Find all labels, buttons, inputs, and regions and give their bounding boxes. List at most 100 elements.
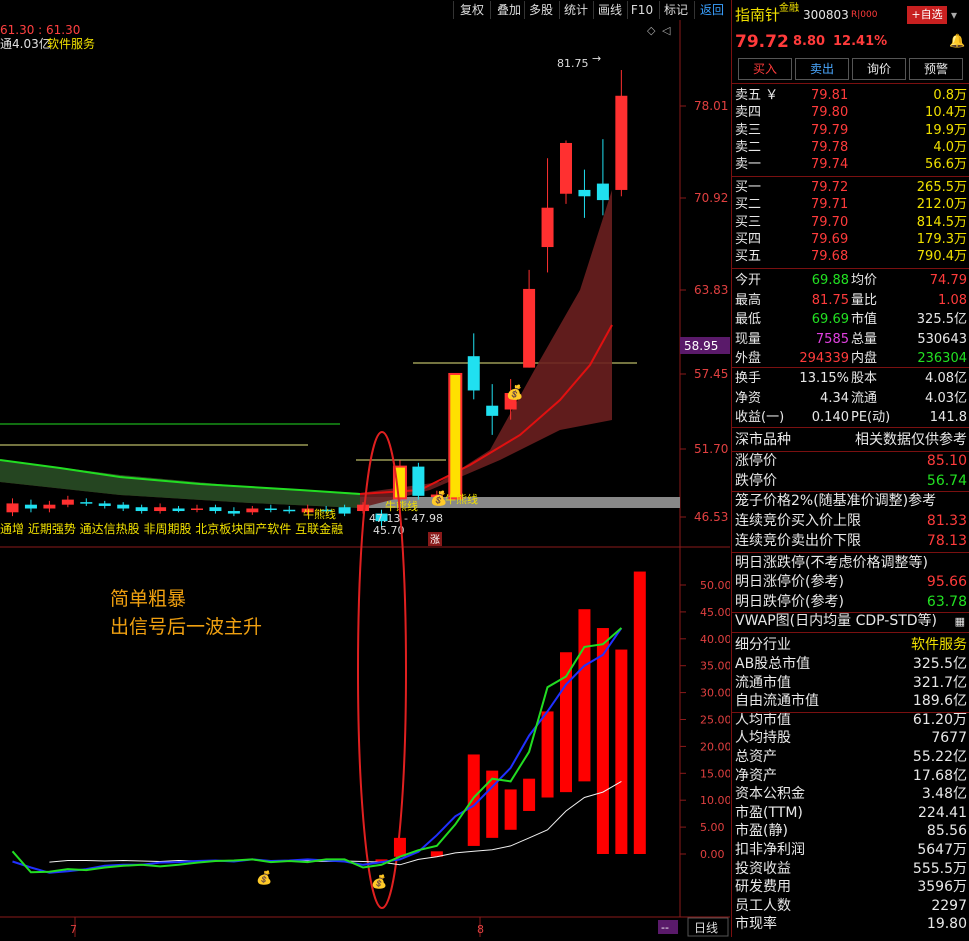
candle[interactable] [486, 405, 499, 416]
fundamental-label: 研发费用 [735, 879, 791, 896]
daily-period-label[interactable]: 日线 [694, 921, 718, 935]
candle[interactable] [596, 183, 609, 201]
back-button[interactable]: 返回 [694, 1, 729, 19]
candle[interactable] [43, 504, 56, 509]
candle[interactable] [264, 508, 277, 510]
indicator-bar [393, 837, 406, 857]
candle[interactable] [448, 372, 463, 500]
bid-price: 79.70 [811, 214, 849, 230]
candle[interactable] [172, 508, 185, 512]
stat-label: 最高 [735, 292, 762, 308]
period-toggle[interactable]: -- [661, 921, 669, 934]
bid-price: 79.69 [811, 231, 849, 247]
fundamental-value: 5647万 [917, 842, 967, 858]
candle[interactable] [578, 189, 591, 197]
current-price: 79.72 [735, 32, 789, 52]
candle[interactable] [135, 507, 148, 512]
price-axis-label: 70.92 [694, 191, 728, 205]
high-annotation: 81.75 [557, 57, 589, 70]
candle[interactable] [227, 511, 240, 514]
f10-button[interactable]: F10 [627, 1, 656, 19]
alert-button[interactable]: 预警 [909, 58, 963, 80]
fundamental-value: 325.5亿 [912, 656, 967, 672]
candle[interactable] [523, 288, 536, 368]
tomorrow-title-text: 明日涨跌停(不考虑价格调整等) [735, 555, 928, 571]
candle[interactable] [98, 503, 111, 506]
fundamental-label: 总资产 [735, 749, 777, 765]
fundamental-value: 3.48亿 [921, 786, 967, 803]
candle[interactable] [117, 504, 130, 509]
inquiry-button[interactable]: 询价 [852, 58, 906, 80]
candle[interactable] [154, 507, 167, 512]
price-chart-svg[interactable]: 61.30 : 61.30 通4.03亿 软件服务 ◇ ◁ 78.01 70.9… [0, 20, 732, 937]
stat-label: PE(动) [851, 410, 891, 425]
stat-value: 1.08 [938, 292, 967, 308]
indicator-bar [541, 711, 554, 798]
cage-title: 笼子价格2%(随基准价调整)参考 [735, 492, 967, 511]
bid-label: 买五 [735, 249, 762, 265]
fundamental-label: 市盈(静) [735, 823, 788, 840]
tomorrow-title: 明日涨跌停(不考虑价格调整等) [735, 554, 967, 573]
candle[interactable] [246, 508, 259, 513]
multi-stock-button[interactable]: 多股 [524, 1, 557, 19]
chart-icon[interactable]: ▦ [955, 612, 965, 631]
candle[interactable] [357, 504, 370, 512]
cage-row: 连续竞价卖出价下限 78.13 [735, 532, 967, 551]
candle[interactable] [467, 356, 480, 391]
indicator-bar [578, 609, 591, 782]
indicator-axis-label: 40.00 [700, 633, 730, 646]
restore-rights-button[interactable]: 复权 [453, 1, 490, 19]
indicator-axis-label: 5.00 [700, 821, 725, 834]
tomorrow-value: 63.78 [926, 593, 967, 610]
fundamental-row: 市现率 19.80 [735, 915, 967, 934]
candle[interactable] [80, 502, 93, 504]
candle[interactable] [541, 207, 554, 248]
indicator-bar [523, 778, 536, 811]
limit-value: 56.74 [926, 472, 967, 489]
buy-button[interactable]: 买入 [738, 58, 792, 80]
bell-icon[interactable]: 🔔 [949, 30, 965, 54]
fundamental-row: 投资收益 555.5万 [735, 860, 967, 879]
bid-volume: 179.3万 [916, 231, 967, 247]
candle[interactable] [615, 95, 628, 190]
stat-row: 最低 69.69 市值 325.5亿 [735, 310, 967, 329]
add-watchlist-button[interactable]: +自选 [907, 6, 947, 24]
collapse-icon[interactable]: ◁ [662, 24, 671, 37]
candle[interactable] [412, 466, 425, 496]
candle[interactable] [191, 508, 203, 510]
indicator-green-line [11, 627, 623, 874]
price-axis-label: 78.01 [694, 99, 728, 113]
diamond-icon[interactable]: ◇ [647, 24, 656, 37]
industry-row: 细分行业 软件服务 [735, 636, 967, 655]
stock-code: 300803 [803, 8, 849, 22]
dropdown-icon[interactable]: ▾ [951, 4, 957, 26]
fundamental-row: 人均市值 61.20万 [735, 711, 967, 730]
chart-area[interactable]: 61.30 : 61.30 通4.03亿 软件服务 ◇ ◁ 78.01 70.9… [0, 20, 732, 937]
fundamental-label: 市盈(TTM) [735, 804, 803, 821]
candle[interactable] [209, 507, 222, 512]
overlay-button[interactable]: 叠加 [490, 1, 527, 19]
statistics-button[interactable]: 统计 [559, 1, 592, 19]
stat-value: 530643 [917, 331, 967, 347]
ask-row: 卖四 79.80 10.4万 [735, 103, 967, 122]
candlesticks[interactable] [6, 70, 628, 528]
stat-label: 内盘 [851, 351, 878, 366]
sell-button[interactable]: 卖出 [795, 58, 849, 80]
candle[interactable] [283, 509, 296, 512]
mark-button[interactable]: 标记 [659, 1, 692, 19]
draw-line-button[interactable]: 画线 [593, 1, 626, 19]
ask-label: 卖三 [735, 122, 762, 138]
candle[interactable] [61, 499, 74, 505]
indicator-axis-label: 0.00 [700, 848, 725, 861]
candle[interactable] [560, 142, 572, 194]
candle[interactable] [24, 504, 37, 509]
candle[interactable] [6, 503, 19, 513]
fundamental-value: 19.80 [926, 916, 967, 933]
stat-value: 325.5亿 [916, 312, 967, 327]
stat-value: 13.15% [799, 371, 849, 386]
candle[interactable] [338, 507, 351, 514]
stat-value: 4.08亿 [925, 371, 967, 386]
fundamental-value: 7677 [931, 730, 967, 747]
stat-value: 294339 [799, 351, 849, 366]
indicator-axis-label: 25.00 [700, 714, 730, 727]
